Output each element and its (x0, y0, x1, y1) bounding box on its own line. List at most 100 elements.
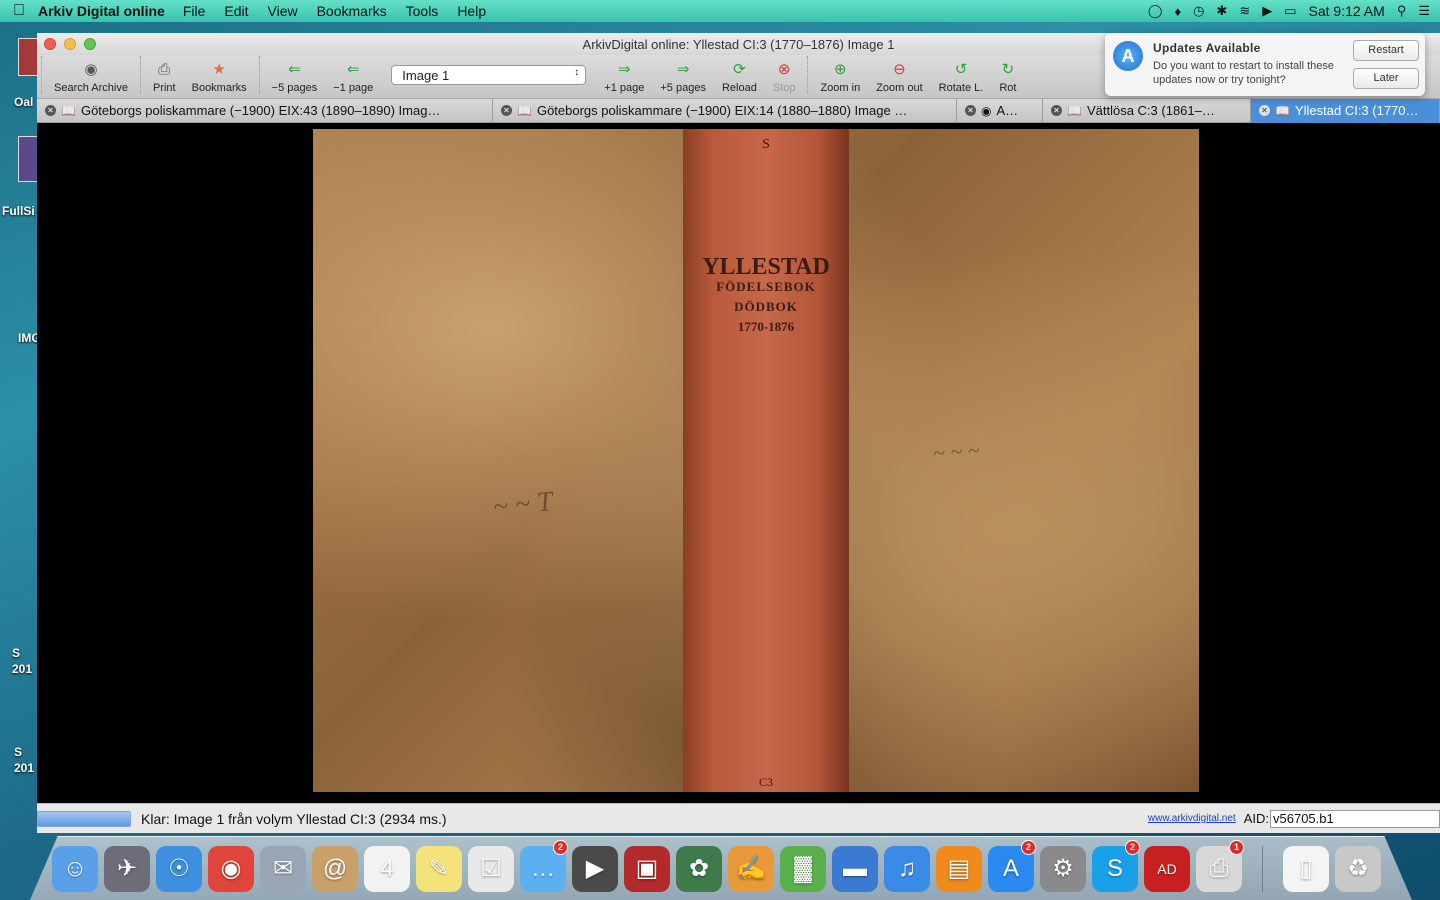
menu-view[interactable]: View (268, 3, 298, 19)
messages-icon[interactable]: … 2 (520, 839, 568, 892)
rotate-right-icon: ↻ (1001, 61, 1015, 78)
battery-icon[interactable]: ▭ (1284, 3, 1296, 19)
spine-title-block: YLLESTAD FÖDELSEBOK DÖDBOK 1770-1876 (683, 255, 849, 337)
launchpad-icon[interactable]: ✈ (104, 845, 150, 892)
search-archive-label: Search Archive (54, 82, 128, 94)
wifi-icon[interactable]: ≋ (1239, 3, 1250, 19)
document-icon[interactable]: ▯ (1283, 845, 1329, 892)
trash-icon[interactable]: ♻ (1335, 845, 1381, 892)
image-viewer[interactable]: ~ ~ T ~ ~ ~ S YLLESTAD FÖDELSEBOK DÖDBOK… (37, 128, 1440, 793)
notification-text: Do you want to restart to install these … (1153, 60, 1334, 86)
arrow-right-icon: ⇒ (618, 61, 631, 78)
desktop-label-5[interactable]: S 201 (14, 744, 34, 776)
minus-1-page-button[interactable]: ⇐ −1 page (325, 62, 381, 95)
keynote-icon[interactable]: ▬ (832, 845, 878, 892)
window-minimize-button[interactable] (64, 38, 76, 50)
desktop-file-thumbnail[interactable] (18, 136, 38, 182)
chrome-icon[interactable]: ◉ (208, 845, 254, 892)
volume-icon[interactable]: ▶ (1262, 3, 1272, 19)
window-close-button[interactable] (44, 38, 56, 50)
bluetooth-icon[interactable]: ✱ (1216, 3, 1227, 19)
tab-vattlosa-c3[interactable]: ✕ 📖 Vättlösa C:3 (1861–… (1043, 98, 1251, 123)
tab-close-icon[interactable]: ✕ (1051, 105, 1062, 116)
tab-yllestad-ci3[interactable]: ✕ 📖 Yllestad CI:3 (1770… (1251, 98, 1440, 123)
notification-bell-icon[interactable]: ♦ (1174, 4, 1181, 19)
pages-icon[interactable]: ✍ (728, 845, 774, 892)
desktop-label-4[interactable]: S 201 (12, 645, 32, 677)
menu-tools[interactable]: Tools (406, 3, 439, 19)
desktop-label-1[interactable]: Oal (14, 95, 33, 109)
calendar-icon[interactable]: 4 (364, 845, 410, 892)
tab-close-icon[interactable]: ✕ (501, 105, 512, 116)
reload-button[interactable]: ⟳ Reload (714, 62, 765, 95)
aid-field[interactable]: v56705.b1 (1270, 809, 1440, 828)
menubar-clock[interactable]: Sat 9:12 AM (1309, 3, 1385, 19)
plus-1-page-button[interactable]: ⇒ +1 page (596, 61, 652, 95)
spine-years: 1770-1876 (737, 319, 795, 334)
rotate-left-icon: ↺ (954, 61, 968, 78)
tab-archive-search[interactable]: ✕ ◉ A… (957, 98, 1043, 123)
tab-close-icon[interactable]: ✕ (1259, 105, 1270, 116)
finder-icon[interactable]: ☺ (52, 845, 98, 892)
arkivdigital-icon[interactable]: AD (1144, 845, 1190, 892)
arrow-right-icon: ⇒ (676, 61, 690, 78)
skype-icon[interactable]: S2 (1092, 839, 1140, 892)
bookmarks-button[interactable]: ★ Bookmarks (184, 61, 255, 95)
later-button[interactable]: Later (1353, 68, 1419, 89)
numbers-icon[interactable]: ▓ (780, 845, 826, 892)
printer-icon[interactable]: ⎙ 1 (1196, 839, 1244, 892)
mail-icon[interactable]: ✉ (260, 845, 306, 892)
bookmark-icon: ★ (212, 61, 226, 78)
iphoto-icon[interactable]: ✿ (676, 845, 722, 892)
ibooks-icon[interactable]: ▤ (936, 845, 982, 892)
contacts-icon[interactable]: @ (312, 845, 358, 892)
zoom-in-label: Zoom in (820, 82, 861, 94)
print-button[interactable]: ⎙ Print (145, 62, 184, 95)
app-store-icon[interactable]: A2 (988, 839, 1036, 892)
sync-status-icon[interactable]: ◯ (1148, 3, 1163, 19)
spotlight-search-icon[interactable]: ⚲ (1397, 3, 1407, 19)
menu-bookmarks[interactable]: Bookmarks (317, 3, 387, 19)
rotate-right-button[interactable]: ↻ Rot (991, 61, 1024, 95)
photo-booth-icon[interactable]: ▣ (624, 845, 670, 892)
notification-badge: 2 (1125, 839, 1140, 855)
tab-goteborgs-eix14[interactable]: ✕ 📖 Göteborgs poliskammare (−1900) EIX:1… (493, 98, 957, 123)
menu-edit[interactable]: Edit (224, 3, 248, 19)
search-archive-button[interactable]: ◉ Search Archive (46, 62, 136, 95)
tab-close-icon[interactable]: ✕ (45, 105, 56, 116)
apple-menu-icon[interactable]:  (0, 2, 38, 20)
updates-notification: A Updates Available Do you want to resta… (1105, 33, 1425, 96)
bookmarks-label: Bookmarks (191, 82, 247, 94)
tab-label: Yllestad CI:3 (1770… (1294, 103, 1419, 118)
tab-goteborgs-eix43[interactable]: ✕ 📖 Göteborgs poliskammare (−1900) EIX:4… (37, 98, 493, 123)
image-select[interactable]: Image 1 ↕ (391, 64, 587, 85)
stop-label: Stop (772, 82, 796, 94)
zoom-out-button[interactable]: ⊖ Zoom out (868, 62, 930, 95)
tab-close-icon[interactable]: ✕ (965, 105, 976, 116)
desktop-label-2[interactable]: FullSi (2, 204, 35, 218)
desktop-file-thumbnail[interactable] (18, 38, 38, 76)
app-menu[interactable]: Arkiv Digital online (38, 3, 165, 19)
notification-center-icon[interactable]: ☰ (1418, 3, 1430, 19)
restart-button[interactable]: Restart (1353, 40, 1419, 61)
spine-line-2: FÖDELSEBOK (716, 279, 816, 294)
stop-button[interactable]: ⊗ Stop (765, 62, 804, 95)
zoom-in-button[interactable]: ⊕ Zoom in (812, 62, 868, 95)
menu-help[interactable]: Help (457, 3, 486, 19)
time-machine-icon[interactable]: ◷ (1193, 3, 1204, 19)
reminders-icon[interactable]: ☑ (468, 845, 514, 892)
system-preferences-icon[interactable]: ⚙ (1040, 845, 1086, 892)
facetime-icon[interactable]: ▶ (572, 845, 618, 892)
plus-5-pages-button[interactable]: ⇒ +5 pages (652, 61, 714, 95)
arkivdigital-link[interactable]: www.arkivdigital.net (1148, 813, 1236, 824)
rotate-left-button[interactable]: ↺ Rotate L. (931, 61, 992, 95)
minus-5-pages-button[interactable]: ⇐ −5 pages (264, 62, 326, 95)
window-zoom-button[interactable] (84, 38, 96, 50)
document-tabs: ✕ 📖 Göteborgs poliskammare (−1900) EIX:4… (37, 98, 1440, 123)
safari-icon[interactable]: ☉ (156, 845, 202, 892)
notes-icon[interactable]: ✎ (416, 845, 462, 892)
itunes-icon[interactable]: ♫ (884, 845, 930, 892)
scanned-book-cover: ~ ~ T ~ ~ ~ S YLLESTAD FÖDELSEBOK DÖDBOK… (313, 129, 1199, 792)
menu-file[interactable]: File (183, 3, 206, 19)
minus-1-page-label: −1 page (333, 82, 374, 94)
